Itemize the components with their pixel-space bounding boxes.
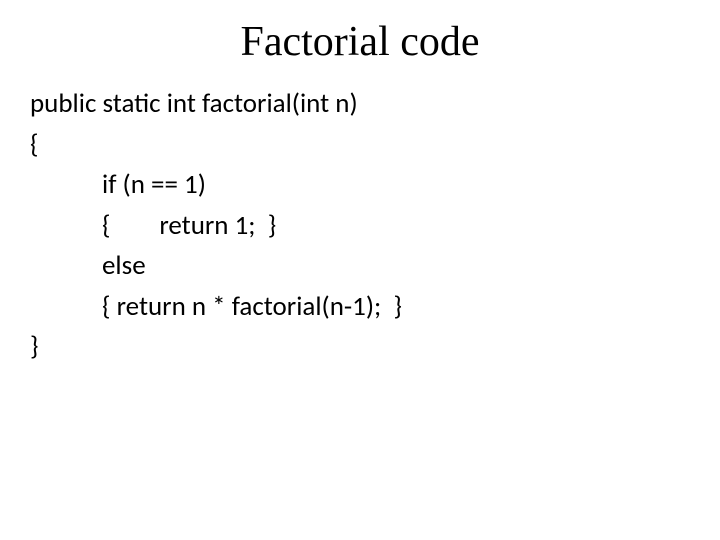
code-line-5: else xyxy=(30,246,690,287)
code-line-2: { xyxy=(30,125,690,166)
code-line-4: { return 1; } xyxy=(30,206,690,247)
code-line-7: } xyxy=(30,327,690,368)
code-block: public static int factorial(int n) { if … xyxy=(30,84,690,368)
slide-title: Factorial code xyxy=(30,18,690,66)
code-line-3: if (n == 1) xyxy=(30,165,690,206)
slide-container: Factorial code public static int factori… xyxy=(0,0,720,540)
code-line-1: public static int factorial(int n) xyxy=(30,84,690,125)
code-line-6: { return n * factorial(n-1); } xyxy=(30,287,690,328)
